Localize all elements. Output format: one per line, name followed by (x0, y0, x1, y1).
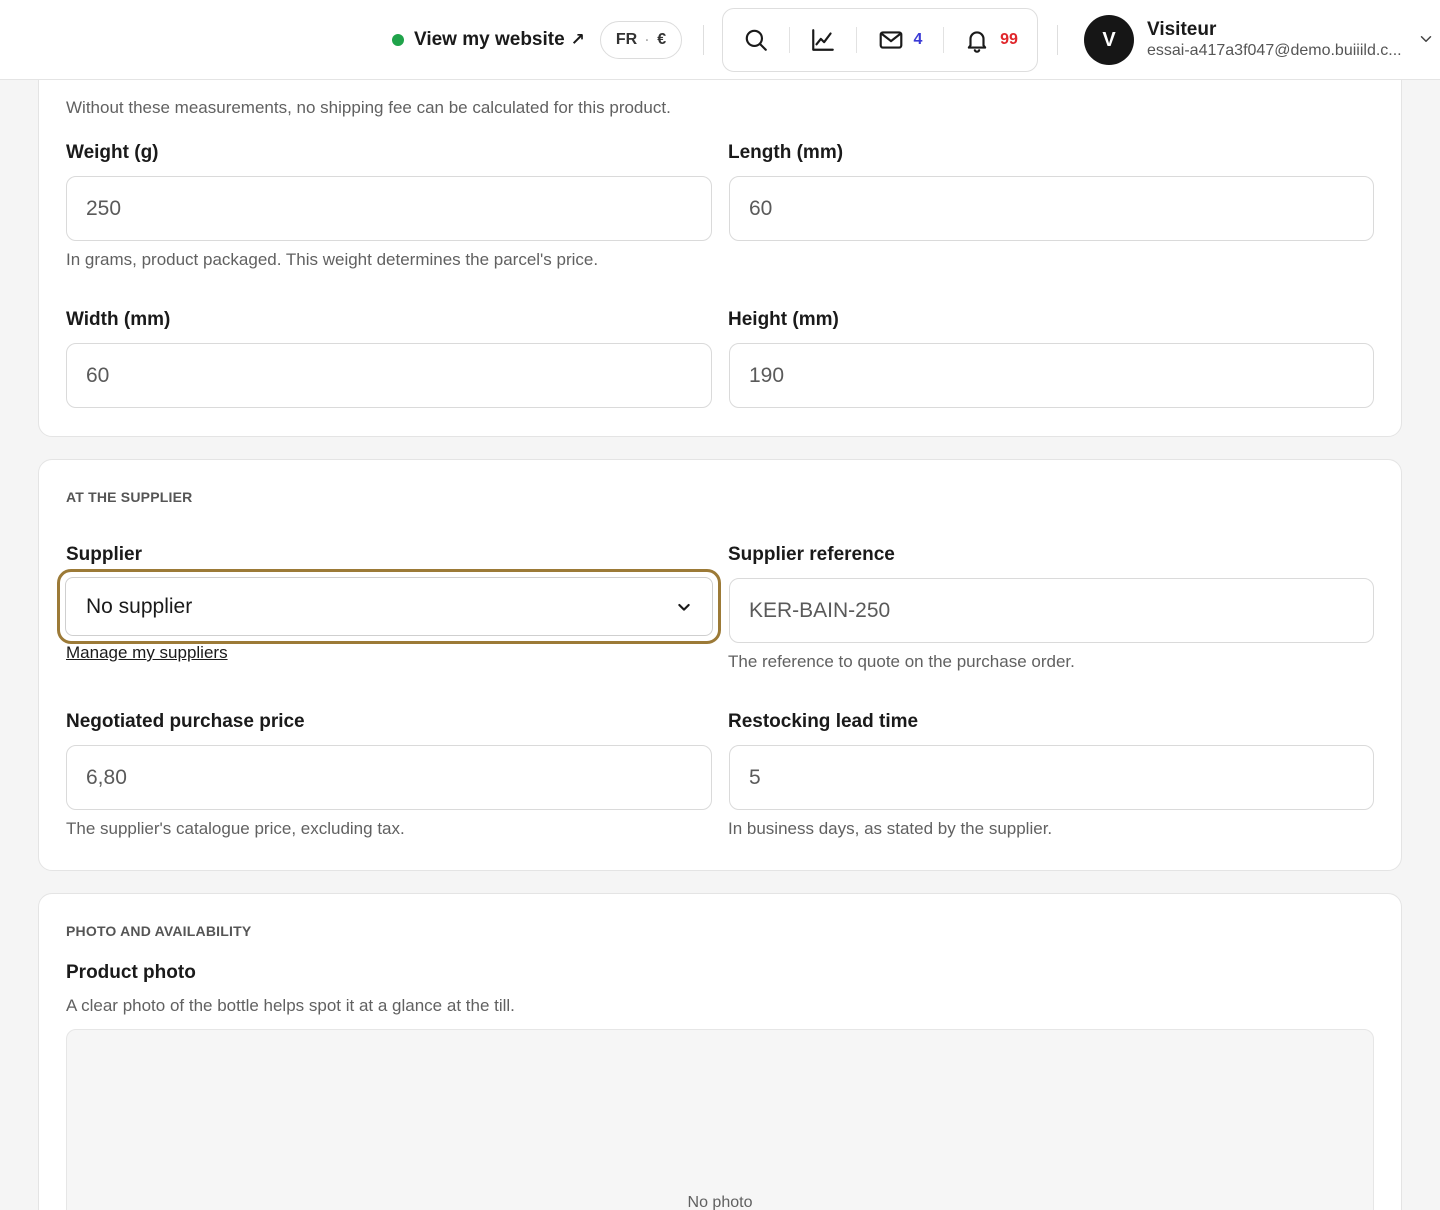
photo-dropzone[interactable]: No photo (66, 1029, 1374, 1210)
width-value: 60 (86, 363, 110, 387)
divider (1057, 25, 1058, 55)
user-email: essai-a417a3f047@demo.buiiild.c... (1147, 42, 1402, 59)
length-label: Length (mm) (728, 142, 844, 163)
chevron-down-icon[interactable] (1417, 30, 1435, 48)
locale-separator: · (645, 33, 650, 47)
view-website-label: View my website (414, 29, 565, 50)
weight-input[interactable]: 250 (66, 176, 712, 241)
no-photo-text: No photo (687, 1194, 753, 1210)
lead-time-help: In business days, as stated by the suppl… (728, 819, 1053, 838)
view-website-link[interactable]: View my website ↗ (392, 24, 585, 56)
top-bar: View my website ↗ FR · € 4 99 V Visiteur… (0, 0, 1440, 80)
supplier-reference-help: The reference to quote on the purchase o… (728, 652, 1075, 671)
messages-count-badge: 4 (913, 31, 923, 48)
notifications-button[interactable]: 99 (944, 9, 1038, 71)
search-button[interactable] (723, 9, 789, 71)
weight-value: 250 (86, 196, 122, 220)
chart-line-icon (812, 29, 834, 51)
stats-button[interactable] (790, 9, 856, 71)
purchase-price-help: The supplier's catalogue price, excludin… (66, 819, 405, 838)
lead-time-input[interactable]: 5 (729, 745, 1374, 810)
supplier-select-focus-ring: No supplier (57, 569, 721, 644)
manage-suppliers-link[interactable]: Manage my suppliers (66, 643, 228, 663)
lead-time-value: 5 (749, 765, 761, 789)
supplier-section-title: AT THE SUPPLIER (66, 489, 193, 505)
supplier-reference-label: Supplier reference (728, 544, 895, 565)
supplier-reference-value: KER-BAIN-250 (749, 598, 891, 622)
weight-label: Weight (g) (66, 142, 159, 163)
supplier-label: Supplier (66, 544, 143, 565)
purchase-price-value: 6,80 (86, 765, 127, 789)
external-arrow-icon: ↗ (570, 30, 585, 49)
supplier-reference-input[interactable]: KER-BAIN-250 (729, 578, 1374, 643)
dimensions-intro: Without these measurements, no shipping … (66, 98, 671, 117)
height-value: 190 (749, 363, 785, 387)
supplier-select-value: No supplier (86, 594, 193, 618)
bell-icon (967, 31, 987, 53)
product-photo-label: Product photo (66, 962, 196, 983)
chevron-down-icon (678, 603, 690, 611)
height-label: Height (mm) (728, 309, 839, 330)
user-avatar[interactable]: V (1084, 15, 1134, 65)
photo-section-title: PHOTO AND AVAILABILITY (66, 923, 252, 939)
user-name[interactable]: Visiteur (1147, 19, 1216, 41)
weight-help: In grams, product packaged. This weight … (66, 250, 599, 269)
lead-time-label: Restocking lead time (728, 711, 919, 732)
toolbar-group: 4 99 (722, 8, 1038, 72)
site-status-dot (392, 34, 404, 46)
length-value: 60 (749, 196, 773, 220)
notifications-count-badge: 99 (1000, 31, 1018, 48)
divider (703, 25, 704, 55)
search-icon (745, 29, 767, 51)
length-input[interactable]: 60 (729, 176, 1374, 241)
locale-currency-switcher[interactable]: FR · € (600, 21, 682, 59)
mail-icon (879, 31, 902, 49)
supplier-select[interactable]: No supplier (65, 577, 713, 636)
currency-symbol: € (657, 31, 667, 48)
messages-button[interactable]: 4 (857, 9, 943, 71)
product-photo-help: A clear photo of the bottle helps spot i… (66, 996, 515, 1015)
width-label: Width (mm) (66, 309, 171, 330)
locale-code: FR (615, 31, 638, 48)
height-input[interactable]: 190 (729, 343, 1374, 408)
purchase-price-label: Negotiated purchase price (66, 711, 305, 732)
width-input[interactable]: 60 (66, 343, 712, 408)
purchase-price-input[interactable]: 6,80 (66, 745, 712, 810)
